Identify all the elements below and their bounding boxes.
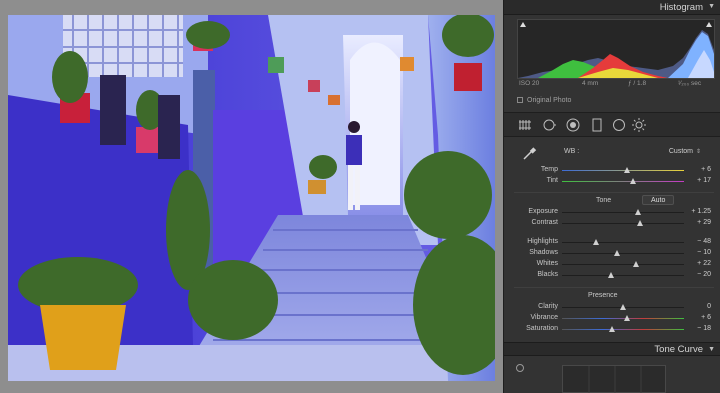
slider-highlights[interactable]: Highlights − 48 <box>504 237 720 248</box>
slider-track[interactable] <box>562 264 684 265</box>
tone-curve-graph[interactable] <box>562 365 666 393</box>
presence-group-label: Presence <box>588 292 618 299</box>
slider-thumb[interactable] <box>633 261 640 267</box>
graduated-filter-icon[interactable] <box>590 118 604 132</box>
photo-image <box>8 15 495 381</box>
slider-label: Highlights <box>527 238 558 245</box>
slider-value[interactable]: + 17 <box>697 177 711 184</box>
slider-track[interactable] <box>562 181 684 182</box>
slider-tint[interactable]: Tint + 17 <box>504 176 720 187</box>
slider-vibrance[interactable]: Vibrance + 6 <box>504 313 720 324</box>
slider-label: Saturation <box>526 325 558 332</box>
slider-saturation[interactable]: Saturation − 18 <box>504 324 720 335</box>
tone-curve-header[interactable]: Tone Curve ▼ <box>504 342 720 356</box>
radial-filter-icon[interactable] <box>612 118 626 132</box>
slider-thumb[interactable] <box>609 326 616 332</box>
slider-label: Clarity <box>538 303 558 310</box>
histogram-title: Histogram <box>659 2 703 13</box>
wb-preset-select[interactable]: Custom <box>669 148 693 155</box>
slider-thumb[interactable] <box>623 315 630 321</box>
slider-thumb[interactable] <box>629 178 636 184</box>
red-eye-icon[interactable] <box>566 118 580 132</box>
slider-value[interactable]: + 29 <box>697 219 711 226</box>
exif-shutter: ¹⁄₂₀₀ sec <box>678 80 702 87</box>
tool-strip <box>504 112 720 137</box>
shadow-clipping-toggle[interactable] <box>520 22 526 27</box>
slider-clarity[interactable]: Clarity 0 <box>504 302 720 313</box>
slider-thumb[interactable] <box>593 239 600 245</box>
slider-value[interactable]: − 18 <box>697 325 711 332</box>
slider-value[interactable]: + 6 <box>701 314 711 321</box>
slider-track[interactable] <box>562 242 684 243</box>
slider-thumb[interactable] <box>634 209 641 215</box>
slider-temp[interactable]: Temp + 6 <box>504 165 720 176</box>
adjustment-brush-icon[interactable] <box>632 118 646 132</box>
slider-track[interactable] <box>562 275 684 276</box>
slider-thumb[interactable] <box>637 220 644 226</box>
highlight-clipping-toggle[interactable] <box>706 22 712 27</box>
original-photo-label: Original Photo <box>527 97 572 104</box>
photo-canvas[interactable] <box>0 0 503 393</box>
slider-thumb[interactable] <box>623 167 630 173</box>
slider-value[interactable]: + 6 <box>701 166 711 173</box>
slider-value[interactable]: 0 <box>707 303 711 310</box>
auto-tone-button[interactable]: Auto <box>642 195 675 205</box>
slider-value[interactable]: − 10 <box>697 249 711 256</box>
slider-label: Exposure <box>528 208 558 215</box>
slider-track[interactable] <box>562 253 684 254</box>
divider <box>514 192 714 193</box>
slider-thumb[interactable] <box>613 250 620 256</box>
slider-value[interactable]: + 22 <box>697 260 711 267</box>
slider-label: Temp <box>540 166 558 173</box>
slider-contrast[interactable]: Contrast + 29 <box>504 218 720 229</box>
slider-track[interactable] <box>562 212 684 213</box>
slider-label: Vibrance <box>530 314 558 321</box>
eyedropper-icon[interactable] <box>521 146 537 162</box>
slider-label: Shadows <box>529 249 558 256</box>
lightroom-develop-window: Histogram ▼ ISO 20 4 mm ƒ / 1.8 ¹⁄₂₀₀ se… <box>0 0 720 393</box>
original-photo-checkbox[interactable] <box>517 97 523 103</box>
divider <box>514 287 714 288</box>
histogram-plot <box>518 30 714 78</box>
histogram-header[interactable]: Histogram ▼ <box>504 0 720 15</box>
slider-shadows[interactable]: Shadows − 10 <box>504 248 720 259</box>
histogram-graph[interactable] <box>517 19 715 79</box>
tone-curve-grid <box>588 366 642 393</box>
exif-iso: ISO 20 <box>519 80 540 87</box>
wb-label: WB : <box>564 148 580 155</box>
slider-track[interactable] <box>562 223 684 224</box>
slider-thumb[interactable] <box>607 272 614 278</box>
targeted-adjustment-icon[interactable] <box>516 364 524 372</box>
collapse-triangle-icon[interactable]: ▼ <box>708 3 715 10</box>
original-photo-toggle[interactable]: Original Photo <box>517 97 571 104</box>
wb-dropdown-icon[interactable]: ⇕ <box>696 148 701 155</box>
tone-group-label: Tone <box>596 197 612 204</box>
slider-thumb[interactable] <box>620 304 626 310</box>
tone-curve-title: Tone Curve <box>654 344 703 355</box>
slider-whites[interactable]: Whites + 22 <box>504 259 720 270</box>
photo-preview[interactable] <box>8 15 495 381</box>
slider-value[interactable]: + 1.25 <box>691 208 711 215</box>
exif-aperture: ƒ / 1.8 <box>628 80 647 87</box>
slider-value[interactable]: − 20 <box>697 271 711 278</box>
slider-exposure[interactable]: Exposure + 1.25 <box>504 207 720 218</box>
slider-label: Tint <box>546 177 558 184</box>
exif-focal-length: 4 mm <box>582 80 599 87</box>
slider-value[interactable]: − 48 <box>697 238 711 245</box>
crop-icon[interactable] <box>518 118 532 132</box>
collapse-triangle-icon[interactable]: ▼ <box>708 346 715 353</box>
slider-label: Whites <box>536 260 558 267</box>
slider-label: Contrast <box>531 219 558 226</box>
slider-track[interactable] <box>562 329 684 330</box>
develop-right-panel: Histogram ▼ ISO 20 4 mm ƒ / 1.8 ¹⁄₂₀₀ se… <box>503 0 720 393</box>
slider-blacks[interactable]: Blacks − 20 <box>504 270 720 281</box>
slider-label: Blacks <box>537 271 558 278</box>
spot-removal-icon[interactable] <box>542 118 556 132</box>
